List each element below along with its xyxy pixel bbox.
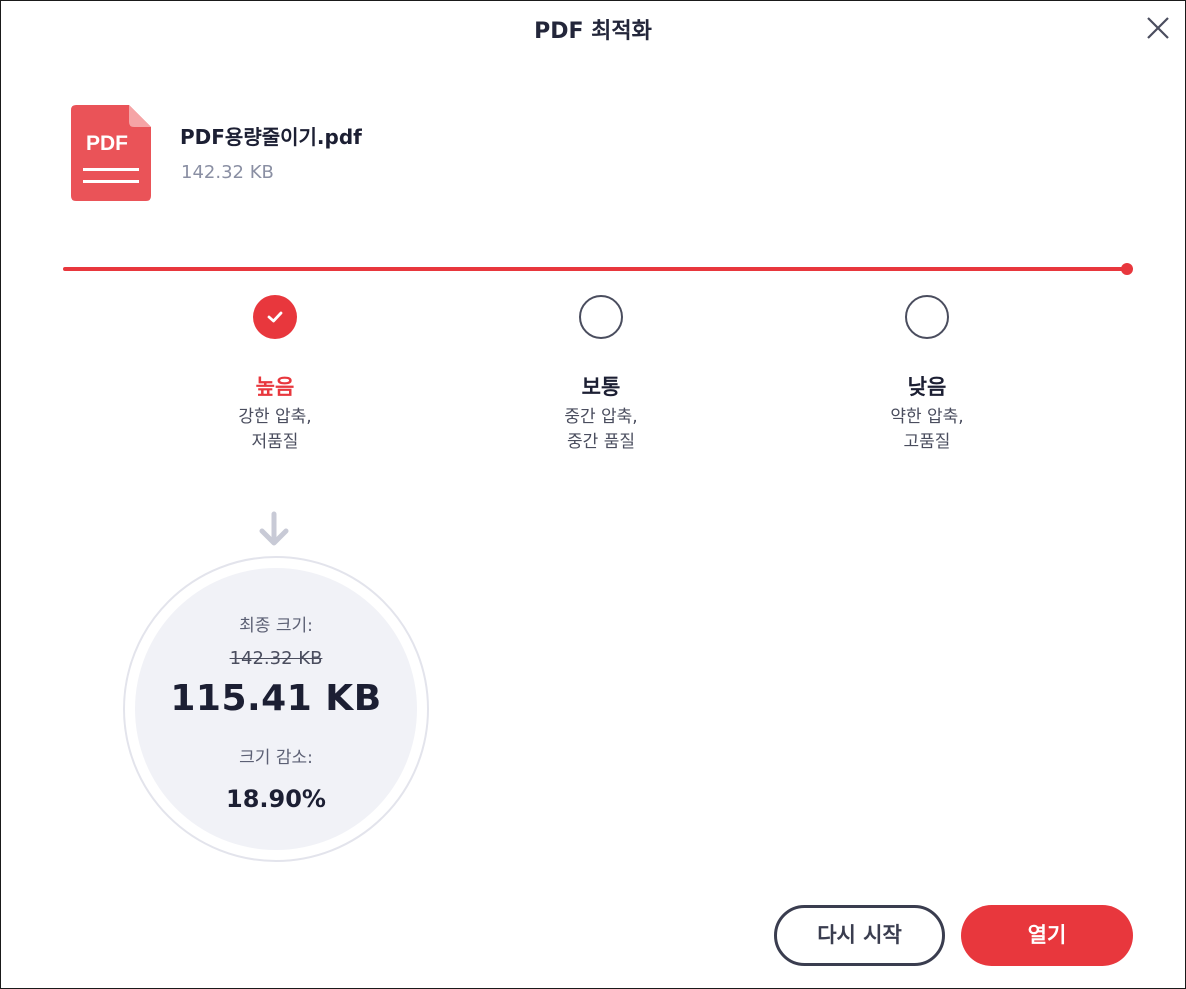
final-size-label: 최종 크기: (239, 616, 313, 636)
slider-thumb[interactable] (1121, 263, 1133, 275)
option-medium[interactable]: 보통 중간 압축, 중간 품질 (481, 295, 721, 455)
option-high[interactable]: 높음 강한 압축, 저품질 (155, 295, 395, 455)
reduction-value: 18.90% (226, 785, 326, 813)
compression-slider[interactable] (63, 259, 1137, 279)
original-size-strikethrough: 142.32 KB (229, 648, 323, 669)
arrow-down-icon (256, 511, 292, 549)
file-size: 142.32 KB (181, 162, 274, 183)
restart-button[interactable]: 다시 시작 (774, 905, 945, 966)
result-inner-circle: 최종 크기: 142.32 KB 115.41 KB 크기 감소: 18.90% (135, 568, 417, 850)
file-name: PDF용량줄이기.pdf (180, 125, 362, 149)
option-high-desc-line1: 강한 압축, (238, 407, 312, 427)
final-size-value: 115.41 KB (170, 678, 382, 719)
slider-track (63, 267, 1127, 271)
radio-medium[interactable] (579, 295, 623, 339)
radio-high-checked[interactable] (253, 295, 297, 339)
close-button[interactable] (1143, 13, 1173, 43)
option-high-desc-line2: 저품질 (251, 432, 299, 452)
close-icon (1147, 17, 1169, 39)
option-medium-desc-line1: 중간 압축, (564, 407, 638, 427)
option-medium-desc-line2: 중간 품질 (567, 432, 635, 452)
option-high-title: 높음 (255, 375, 295, 399)
option-low[interactable]: 낮음 약한 압축, 고품질 (807, 295, 1047, 455)
dialog-title: PDF 최적화 (534, 19, 652, 44)
pdf-file-icon: PDF (71, 105, 151, 201)
result-circle: 최종 크기: 142.32 KB 115.41 KB 크기 감소: 18.90% (123, 556, 429, 862)
pdf-optimize-dialog: PDF 최적화 PDF PDF용량줄이기.pdf 142.32 KB 높음 강한… (0, 0, 1186, 989)
option-low-desc-line2: 고품질 (903, 432, 951, 452)
reduction-label: 크기 감소: (239, 748, 313, 768)
open-button[interactable]: 열기 (961, 905, 1133, 966)
checkmark-icon (267, 311, 283, 323)
option-low-desc-line1: 약한 압축, (890, 407, 964, 427)
radio-low[interactable] (905, 295, 949, 339)
pdf-icon-label: PDF (86, 132, 128, 155)
option-medium-title: 보통 (581, 375, 621, 399)
option-low-title: 낮음 (907, 375, 947, 399)
